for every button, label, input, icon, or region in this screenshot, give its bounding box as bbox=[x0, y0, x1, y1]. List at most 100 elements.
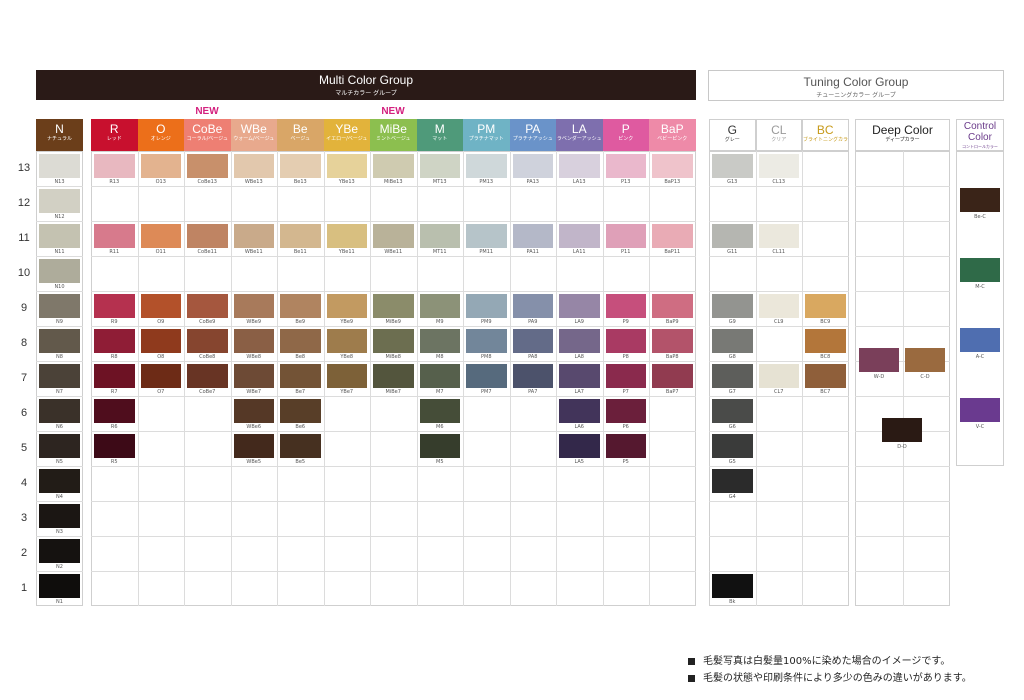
hair-swatch bbox=[187, 224, 228, 248]
swatch-label: WBe8 bbox=[246, 354, 262, 360]
grid-row-line bbox=[709, 466, 849, 467]
hair-swatch bbox=[419, 364, 460, 388]
grid-row-line bbox=[709, 256, 849, 257]
deep-color-header: Deep Color ディープカラー bbox=[855, 119, 950, 151]
swatch-label: PM11 bbox=[479, 249, 494, 255]
swatch-label: P7 bbox=[622, 389, 629, 395]
swatch-label: O11 bbox=[155, 249, 166, 255]
hair-swatch bbox=[39, 224, 80, 248]
control-color-title-line2: Color bbox=[968, 132, 992, 143]
hair-swatch bbox=[559, 329, 600, 353]
group-jp-name: ベビーピンク bbox=[657, 136, 688, 142]
hair-swatch bbox=[960, 328, 1000, 352]
hair-swatch bbox=[280, 364, 321, 388]
swatch-label: Be6 bbox=[295, 424, 306, 430]
hair-swatch bbox=[466, 154, 507, 178]
swatch-label: MiBe9 bbox=[385, 319, 401, 325]
group-header-cobe: CoBe コーラル/ベージュ bbox=[184, 119, 231, 151]
swatch-label: R11 bbox=[109, 249, 120, 255]
group-code: BaP bbox=[660, 122, 684, 136]
swatch-label: G13 bbox=[727, 179, 738, 185]
swatch-label: PM13 bbox=[479, 179, 494, 185]
hair-swatch bbox=[280, 434, 321, 458]
swatch-label: Be13 bbox=[293, 179, 307, 185]
grid-row-line bbox=[91, 326, 696, 327]
hair-swatch bbox=[140, 294, 181, 318]
swatch-label: PM8 bbox=[480, 354, 492, 360]
hair-swatch bbox=[39, 399, 80, 423]
hair-swatch bbox=[466, 294, 507, 318]
swatch-label: C-D bbox=[920, 374, 930, 380]
hair-swatch bbox=[652, 224, 693, 248]
hair-swatch bbox=[712, 329, 753, 353]
swatch-label: D-D bbox=[897, 444, 907, 450]
hair-swatch bbox=[94, 434, 135, 458]
grid-row-line bbox=[36, 466, 83, 467]
swatch-label: Be9 bbox=[295, 319, 306, 325]
hair-swatch bbox=[140, 364, 181, 388]
grid-row-line bbox=[709, 221, 849, 222]
grid-row-line bbox=[36, 536, 83, 537]
hair-swatch bbox=[559, 434, 600, 458]
hair-swatch bbox=[419, 294, 460, 318]
group-code: N bbox=[55, 122, 64, 136]
bullet-square-icon bbox=[688, 657, 695, 665]
hair-swatch bbox=[712, 154, 753, 178]
note-text: 毛髪の状態や印刷条件により多少の色みの違いがあります。 bbox=[703, 673, 972, 684]
grid-row-line bbox=[709, 361, 849, 362]
grid-row-line bbox=[91, 431, 696, 432]
group-jp-name: ピンク bbox=[618, 136, 634, 142]
swatch-label: BC8 bbox=[820, 354, 831, 360]
group-code: P bbox=[621, 122, 630, 136]
hair-swatch bbox=[512, 364, 553, 388]
grid-row-line bbox=[36, 186, 83, 187]
swatch-label: N6 bbox=[56, 424, 63, 430]
new-label-mibe: NEW bbox=[381, 106, 405, 117]
grid-row-line bbox=[36, 326, 83, 327]
level-label: 13 bbox=[17, 162, 31, 174]
swatch-label: WBe11 bbox=[384, 249, 403, 255]
group-code: PA bbox=[525, 122, 541, 136]
multi-color-group-banner: Multi Color Group マルチカラー グループ bbox=[36, 70, 696, 100]
swatch-label: P6 bbox=[622, 424, 629, 430]
hair-swatch bbox=[559, 224, 600, 248]
grid-row-line bbox=[709, 571, 849, 572]
swatch-label: MT11 bbox=[432, 249, 447, 255]
hair-swatch bbox=[187, 329, 228, 353]
swatch-label: Be5 bbox=[295, 459, 306, 465]
deep-color-jp-name: ディープカラー bbox=[885, 137, 920, 143]
grid-col-line bbox=[324, 151, 325, 606]
swatch-label: PM9 bbox=[480, 319, 492, 325]
grid-row-line bbox=[36, 291, 83, 292]
swatch-label: WBe13 bbox=[244, 179, 263, 185]
hair-swatch bbox=[373, 224, 414, 248]
hair-swatch bbox=[39, 154, 80, 178]
control-color-jp-name: コントロールカラー bbox=[962, 144, 998, 149]
swatch-label: G6 bbox=[728, 424, 736, 430]
control-color-header: Control Color コントロールカラー bbox=[956, 119, 1004, 151]
swatch-label: Bk bbox=[729, 599, 736, 605]
group-code: YBe bbox=[335, 122, 359, 136]
level-label: 4 bbox=[20, 477, 28, 489]
swatch-label: CoBe9 bbox=[199, 319, 216, 325]
grid-row-line bbox=[855, 221, 950, 222]
swatch-label: G9 bbox=[728, 319, 736, 325]
grid-row-line bbox=[855, 501, 950, 502]
swatch-label: R13 bbox=[109, 179, 120, 185]
hair-swatch bbox=[960, 258, 1000, 282]
grid-col-line bbox=[417, 151, 418, 606]
swatch-label: N12 bbox=[54, 214, 65, 220]
swatch-label: MT13 bbox=[432, 179, 447, 185]
level-label: 6 bbox=[20, 407, 28, 419]
hair-swatch bbox=[559, 364, 600, 388]
swatch-label: G7 bbox=[728, 389, 736, 395]
swatch-label: WBe6 bbox=[246, 424, 262, 430]
hair-swatch bbox=[280, 329, 321, 353]
hair-swatch bbox=[39, 434, 80, 458]
swatch-label: N9 bbox=[56, 319, 63, 325]
grid-row-line bbox=[91, 361, 696, 362]
hair-swatch bbox=[140, 154, 181, 178]
multi-color-group-title: Multi Color Group bbox=[318, 73, 414, 87]
hair-swatch bbox=[94, 294, 135, 318]
multi-color-group-subtitle: マルチカラー グループ bbox=[335, 90, 397, 97]
